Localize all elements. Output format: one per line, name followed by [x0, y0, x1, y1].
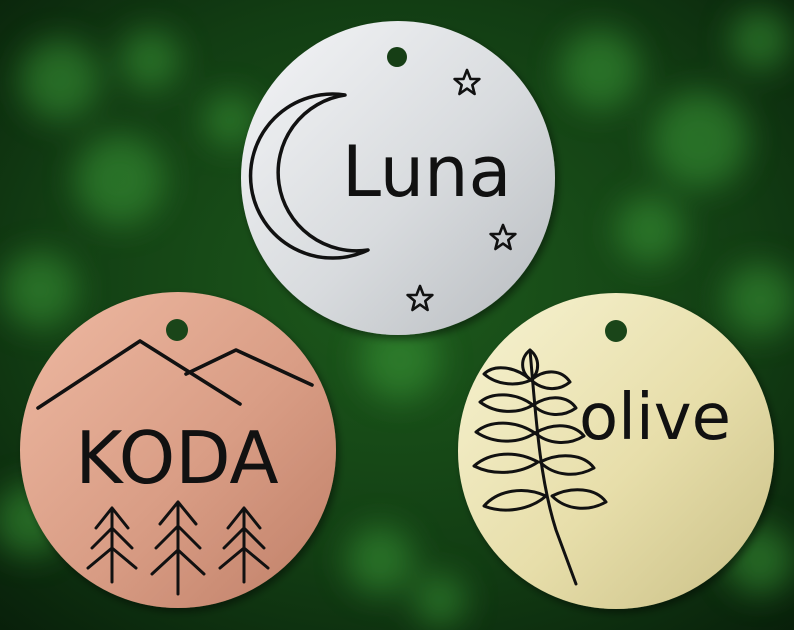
koda-tag: KODA — [20, 292, 336, 608]
olive-name: olive — [579, 381, 731, 455]
luna-tag-hole — [387, 47, 407, 67]
olive-tag-hole — [605, 320, 627, 342]
luna-tag: Luna — [241, 21, 555, 335]
product-photo: Luna KODA olive — [0, 0, 794, 630]
koda-name: KODA — [75, 416, 278, 500]
luna-name: Luna — [342, 131, 511, 213]
koda-tag-hole — [166, 319, 188, 341]
olive-tag: olive — [458, 293, 774, 609]
